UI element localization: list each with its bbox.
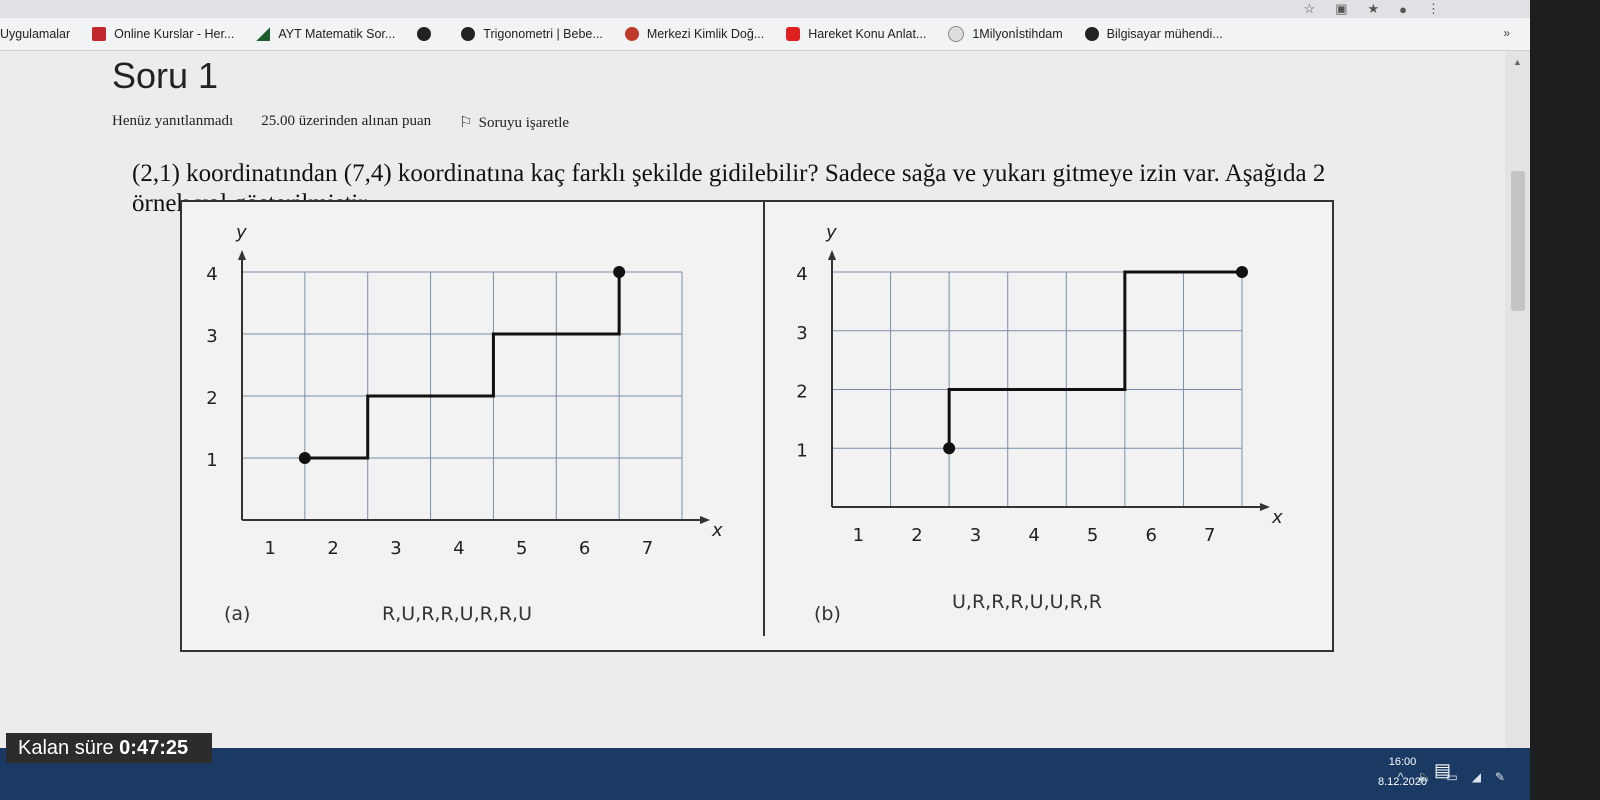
lattice-path — [947, 270, 1242, 449]
question-points: 25.00 üzerinden alınan puan — [261, 113, 432, 129]
bookmark-circle-logo[interactable] — [417, 27, 439, 41]
y-tick-label: 4 — [206, 264, 217, 285]
bookmark-hareket[interactable]: Hareket Konu Anlat... — [786, 27, 926, 41]
page-scrollbar[interactable]: ▲ — [1505, 51, 1530, 748]
red-circle-icon — [624, 27, 639, 41]
bookmark-online-kurslar[interactable]: Online Kurslar - Her... — [92, 27, 234, 41]
x-axis-label: x — [711, 520, 723, 541]
circle-logo-icon — [417, 27, 432, 41]
notifications-icon[interactable]: ▤ — [1434, 760, 1451, 781]
start-point — [298, 452, 311, 464]
y-tick-label: 2 — [206, 388, 217, 409]
bookmark-bilgisayar[interactable]: Bilgisayar mühendi... — [1084, 27, 1223, 41]
menu-icon[interactable]: ⋮ — [1427, 1, 1440, 17]
bookmark-trigonometri[interactable]: Trigonometri | Bebe... — [461, 27, 603, 41]
bookmarks-bar: Uygulamalar Online Kurslar - Her... AYT … — [0, 18, 1530, 51]
x-tick-label: 5 — [1087, 525, 1098, 546]
x-axis-arrow — [1260, 503, 1270, 511]
x-tick-label: 1 — [853, 525, 864, 546]
flag-question-button[interactable]: ⚐ Soruyu işaretle — [459, 113, 569, 132]
y-tick-label: 4 — [796, 264, 807, 285]
wifi-icon[interactable]: ◢ — [1472, 770, 1481, 784]
figure-b: 1 2 3 4 5 6 7 1 2 3 4 x y (b) U,R,R,R,U,U,R,R — [796, 222, 1283, 625]
x-tick-label: 2 — [327, 538, 338, 559]
figure-box: 1 2 3 4 5 6 7 1 2 3 4 x y (a) R,U,R,R,U,R,R,U 1 2 3 4 5 6 7 1 2… — [180, 200, 1334, 652]
figure-a: 1 2 3 4 5 6 7 1 2 3 4 x y (a) R,U,R,R,U,R,R,U — [206, 222, 723, 625]
x-tick-label: 6 — [579, 538, 590, 559]
y-tick-label: 3 — [206, 326, 217, 347]
y-axis-label: y — [825, 222, 837, 243]
monitor-bezel — [1530, 0, 1600, 800]
x-axis-arrow — [700, 516, 710, 524]
path-figures: 1 2 3 4 5 6 7 1 2 3 4 x y (a) R,U,R,R,U,R,R,U 1 2 3 4 5 6 7 1 2… — [206, 202, 1283, 636]
bookmark-ayt-matematik[interactable]: AYT Matematik Sor... — [256, 27, 395, 41]
dark-circle-icon — [1084, 27, 1099, 41]
figure-caption: (a) — [224, 603, 250, 625]
browser-toolbar: ☆ ▣ ★ ● ⋮ — [0, 0, 1530, 18]
x-tick-label: 1 — [265, 538, 276, 559]
x-tick-label: 4 — [1028, 525, 1039, 546]
star-icon[interactable]: ☆ — [1304, 1, 1316, 17]
system-clock[interactable]: 16:00 8.12.2020 — [1378, 752, 1427, 792]
puzzle-icon[interactable]: ★ — [1367, 1, 1379, 17]
y-tick-label: 2 — [796, 382, 807, 403]
x-tick-label: 2 — [911, 525, 922, 546]
x-tick-label: 7 — [642, 538, 653, 559]
y-tick-label: 3 — [796, 323, 807, 344]
remaining-time: Kalan süre 0:47:25 — [6, 733, 212, 763]
path-sequence: R,U,R,R,U,R,R,U — [382, 603, 532, 625]
bookmark-merkezi-kimlik[interactable]: Merkezi Kimlik Doğ... — [624, 27, 764, 41]
x-tick-label: 3 — [970, 525, 981, 546]
x-tick-label: 5 — [516, 538, 527, 559]
x-tick-label: 7 — [1204, 525, 1215, 546]
bookmark-istihdam[interactable]: 1Milyonİstihdam — [948, 26, 1063, 42]
x-axis-label: x — [1271, 507, 1283, 528]
udemy-icon — [92, 27, 107, 41]
question-meta: Henüz yanıtlanmadı 25.00 üzerinden alına… — [112, 113, 569, 132]
x-circle-icon — [948, 26, 965, 42]
y-tick-label: 1 — [796, 440, 807, 461]
y-tick-label: 1 — [206, 450, 217, 471]
flag-icon: ⚐ — [459, 115, 473, 131]
x-tick-label: 6 — [1145, 525, 1156, 546]
figure-caption: (b) — [814, 603, 841, 625]
y-axis-arrow — [828, 250, 836, 260]
profile-icon[interactable]: ● — [1399, 2, 1407, 17]
bookmark-apps[interactable]: Uygulamalar — [0, 27, 70, 41]
youtube-icon — [786, 27, 801, 41]
end-point — [1236, 266, 1248, 278]
scroll-up-icon[interactable]: ▲ — [1513, 57, 1522, 67]
x-tick-label: 3 — [390, 538, 401, 559]
taskbar — [0, 748, 1530, 800]
triangle-icon — [256, 27, 271, 41]
lattice-path — [304, 272, 621, 460]
y-axis-arrow — [238, 250, 246, 260]
extension-icon[interactable]: ▣ — [1335, 1, 1347, 17]
path-sequence: U,R,R,R,U,U,R,R — [952, 591, 1102, 613]
y-axis-label: y — [235, 222, 247, 243]
x-tick-label: 4 — [453, 538, 464, 559]
question-status: Henüz yanıtlanmadı — [112, 113, 234, 129]
pen-icon[interactable]: ✎ — [1495, 770, 1505, 784]
question-title: Soru 1 — [112, 55, 219, 96]
scroll-thumb[interactable] — [1511, 171, 1525, 311]
bookmarks-overflow-button[interactable]: » — [1503, 26, 1510, 40]
circle-logo-icon — [461, 27, 476, 41]
start-point — [943, 442, 956, 455]
end-point — [613, 266, 626, 278]
